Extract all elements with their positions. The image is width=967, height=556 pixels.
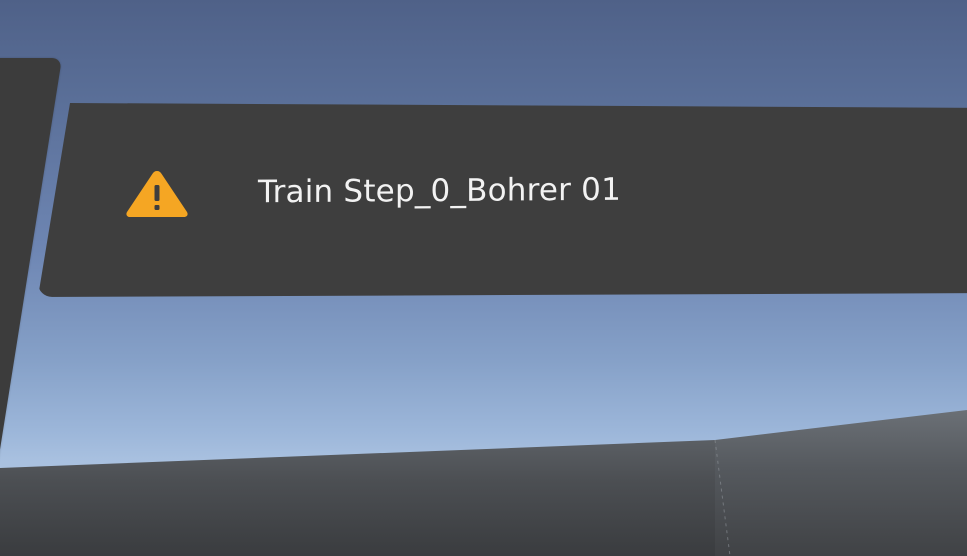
warning-triangle-icon	[126, 171, 188, 217]
notification-message: Train Step_0_Bohrer 01	[258, 171, 622, 211]
vr-scene: Train Step_0_Bohrer 01	[0, 0, 967, 556]
